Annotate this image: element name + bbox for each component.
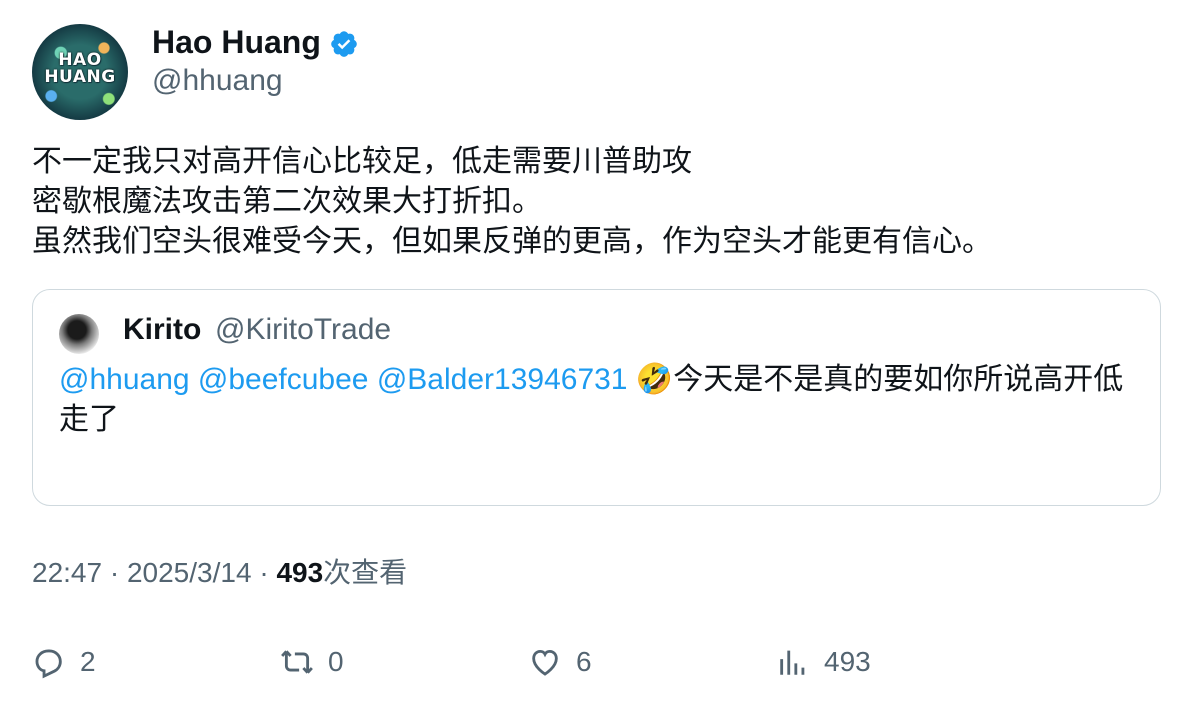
reply-icon: [35, 649, 62, 679]
tweet-line: 密歇根魔法攻击第二次效果大打折扣。: [32, 185, 542, 218]
tweet-date[interactable]: 2025/3/14: [127, 557, 252, 588]
quoted-author-handle: @KiritoTrade: [215, 313, 392, 346]
action-bar: 2 0 6 493: [32, 640, 1162, 684]
author-name[interactable]: Hao Huang: [152, 24, 321, 60]
repost-button[interactable]: 0: [280, 640, 344, 684]
mention-link[interactable]: @hhuang: [59, 363, 190, 396]
quoted-tweet-card[interactable]: Kirito @KiritoTrade @hhuang @beefcubee @…: [32, 289, 1161, 506]
view-count: 493: [276, 557, 324, 588]
quoted-author-name: Kirito: [123, 313, 202, 346]
author-handle[interactable]: @hhuang: [152, 64, 283, 98]
tweet-line: 虽然我们空头很难受今天，但如果反弹的更高，作为空头才能更有信心。: [32, 225, 992, 258]
reply-count: 2: [80, 646, 96, 677]
meta-separator: ·: [109, 557, 120, 588]
rofl-emoji-icon: 🤣: [635, 362, 674, 397]
like-button[interactable]: 6: [528, 640, 592, 684]
view-label: 次查看: [323, 557, 408, 588]
heart-icon: [532, 649, 558, 676]
avatar-text: HAO HUANG: [44, 50, 116, 87]
tweet-line: 不一定我只对高开信心比较足，低走需要川普助攻: [32, 145, 692, 178]
mention-link[interactable]: @Balder13946731: [377, 363, 628, 396]
author-name-row: Hao Huang: [152, 24, 359, 60]
quoted-author-avatar: [59, 314, 99, 354]
tweet-meta: 22:47 · 2025/3/14 · 493次查看: [32, 556, 407, 590]
tweet-time[interactable]: 22:47: [32, 557, 102, 588]
reply-button[interactable]: 2: [32, 640, 96, 684]
views-count: 493: [824, 646, 871, 677]
repost-count: 0: [328, 646, 344, 677]
verified-badge-icon: [331, 30, 357, 57]
like-count: 6: [576, 646, 592, 677]
quoted-tweet-text: @hhuang @beefcubee @Balder13946731 🤣今天是不…: [59, 360, 1139, 440]
tweet-text: 不一定我只对高开信心比较足，低走需要川普助攻 密歇根魔法攻击第二次效果大打折扣。…: [32, 142, 992, 262]
author-avatar[interactable]: HAO HUANG: [32, 24, 128, 120]
mention-link[interactable]: @beefcubee: [198, 363, 369, 396]
meta-separator: ·: [259, 557, 269, 588]
repost-icon: [281, 650, 313, 674]
analytics-icon: [780, 650, 805, 675]
views-button[interactable]: 493: [776, 640, 871, 684]
